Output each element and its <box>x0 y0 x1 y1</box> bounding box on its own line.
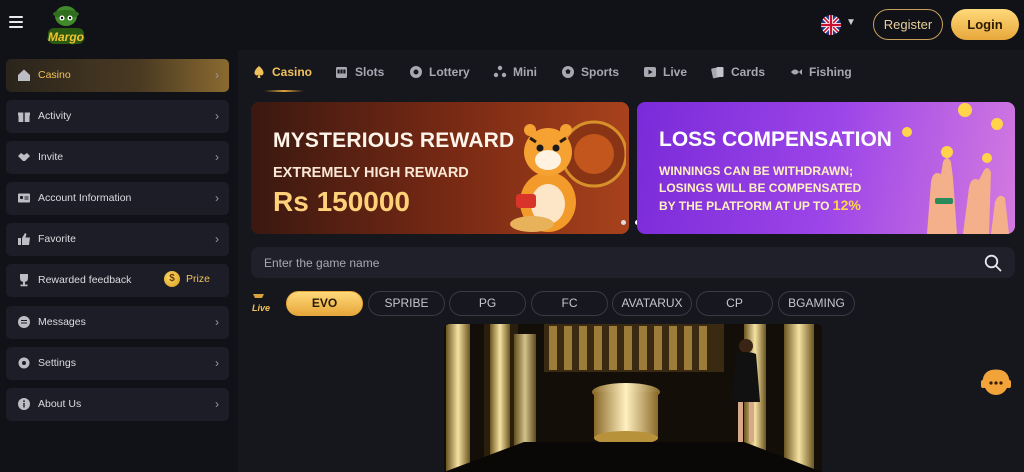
fish-icon <box>791 69 802 75</box>
banner-line-3-prefix: BY THE PLATFORM AT UP TO <box>659 199 830 213</box>
info-icon <box>18 398 30 410</box>
search-input[interactable] <box>251 247 971 278</box>
chevron-right-icon: › <box>215 109 219 123</box>
home-icon <box>18 69 30 81</box>
banner-subtitle: EXTREMELY HIGH REWARD <box>273 165 469 181</box>
sidebar-item-about-us[interactable]: About Us › <box>6 388 229 421</box>
live-roulette-thumbnail <box>444 324 822 472</box>
menu-icon[interactable] <box>9 16 23 28</box>
carousel-dot[interactable] <box>621 220 626 225</box>
provider-fc[interactable]: FC <box>531 291 608 316</box>
tiger-mascot-image <box>510 120 626 232</box>
provider-evo[interactable]: EVO <box>286 291 363 316</box>
live-badge-text: Live <box>252 303 270 313</box>
banner-title: LOSS COMPENSATION <box>659 128 892 151</box>
register-button[interactable]: Register <box>873 9 943 40</box>
trophy-icon <box>20 274 28 287</box>
banner-percentage: 12% <box>832 197 861 213</box>
sidebar-item-account-information[interactable]: Account Information › <box>6 182 229 215</box>
sidebar-item-rewarded-feedback[interactable]: Rewarded feedback $ Prize <box>6 264 229 297</box>
sidebar-item-invite[interactable]: Invite › <box>6 141 229 174</box>
spade-icon <box>254 66 264 78</box>
soccer-ball-icon <box>562 66 574 78</box>
chevron-right-icon: › <box>215 356 219 370</box>
login-button[interactable]: Login <box>951 9 1019 40</box>
live-badge: Live <box>250 292 274 314</box>
chevron-right-icon: › <box>215 150 219 164</box>
chevron-right-icon: › <box>215 232 219 246</box>
sidebar-item-label: Messages <box>38 316 86 328</box>
coin-icon: $ <box>164 271 180 287</box>
promo-banner-loss-compensation[interactable]: LOSS COMPENSATION WINNINGS CAN BE WITHDR… <box>637 102 1015 234</box>
search-icon[interactable] <box>984 254 1002 272</box>
game-card-live-roulette[interactable] <box>444 324 822 472</box>
chevron-down-icon[interactable]: ▼ <box>846 17 856 28</box>
provider-avatarux[interactable]: AVATARUX <box>612 291 692 316</box>
id-card-icon <box>18 193 30 203</box>
promo-banner-mysterious-reward[interactable]: MYSTERIOUS REWARD EXTREMELY HIGH REWARD … <box>251 102 629 234</box>
handshake-icon <box>18 153 30 161</box>
sidebar: Casino › Activity › Invite › Account Inf… <box>0 50 238 472</box>
sidebar-item-label: Rewarded feedback <box>38 274 132 286</box>
banner-line-1: WINNINGS CAN BE WITHDRAWN; <box>659 164 853 178</box>
chevron-right-icon: › <box>215 315 219 329</box>
mini-games-icon <box>493 65 507 78</box>
site-logo[interactable]: Margo <box>40 2 92 48</box>
tab-label: Sports <box>581 65 620 79</box>
hands-coins-image <box>902 103 1009 234</box>
tab-label: Lottery <box>429 65 470 79</box>
thumbs-up-icon <box>18 233 30 245</box>
message-icon <box>18 316 30 328</box>
game-search-bar <box>251 247 1015 278</box>
chevron-right-icon: › <box>215 191 219 205</box>
sidebar-item-label: Activity <box>38 110 72 122</box>
active-tab-indicator <box>264 90 304 92</box>
banner-line-2: LOSINGS WILL BE COMPENSATED <box>659 181 862 195</box>
logo-text: Margo <box>48 30 84 44</box>
sidebar-item-label: Invite <box>38 151 64 163</box>
sidebar-item-label: Favorite <box>38 233 76 245</box>
prize-label: Prize <box>186 273 210 285</box>
live-icon: Live <box>252 294 270 313</box>
provider-spribe[interactable]: SPRIBE <box>368 291 445 316</box>
slot-machine-icon <box>336 67 347 78</box>
cards-icon <box>711 67 724 79</box>
sidebar-item-messages[interactable]: Messages › <box>6 306 229 339</box>
tab-label: Slots <box>355 65 385 79</box>
uk-flag-icon[interactable] <box>821 15 841 35</box>
sidebar-item-casino[interactable]: Casino › <box>6 59 229 92</box>
customer-support-icon[interactable] <box>978 367 1014 397</box>
sidebar-item-settings[interactable]: Settings › <box>6 347 229 380</box>
banner-title: MYSTERIOUS REWARD <box>273 129 515 152</box>
chevron-right-icon: › <box>215 397 219 411</box>
lottery-ball-icon <box>410 66 422 78</box>
play-icon <box>644 67 656 77</box>
banner-line-3: BY THE PLATFORM AT UP TO 12% <box>659 197 861 213</box>
sidebar-item-label: Account Information <box>38 192 132 204</box>
sidebar-item-favorite[interactable]: Favorite › <box>6 223 229 256</box>
top-header: Margo ▼ Register Login <box>0 0 1024 50</box>
provider-cp[interactable]: CP <box>696 291 773 316</box>
settings-icon <box>18 357 30 369</box>
provider-pg[interactable]: PG <box>449 291 526 316</box>
sidebar-item-activity[interactable]: Activity › <box>6 100 229 133</box>
gift-icon <box>18 112 30 122</box>
tab-label: Casino <box>272 65 313 79</box>
chevron-right-icon: › <box>215 68 219 82</box>
tab-label: Cards <box>731 65 766 79</box>
tab-label: Fishing <box>809 65 852 79</box>
provider-bgaming[interactable]: BGAMING <box>778 291 855 316</box>
banner-amount: Rs 150000 <box>273 186 411 217</box>
tab-label: Mini <box>513 65 537 79</box>
sidebar-item-label: Casino <box>38 69 71 81</box>
sidebar-item-label: Settings <box>38 357 76 369</box>
tab-label: Live <box>663 65 688 79</box>
sidebar-item-label: About Us <box>38 398 82 410</box>
